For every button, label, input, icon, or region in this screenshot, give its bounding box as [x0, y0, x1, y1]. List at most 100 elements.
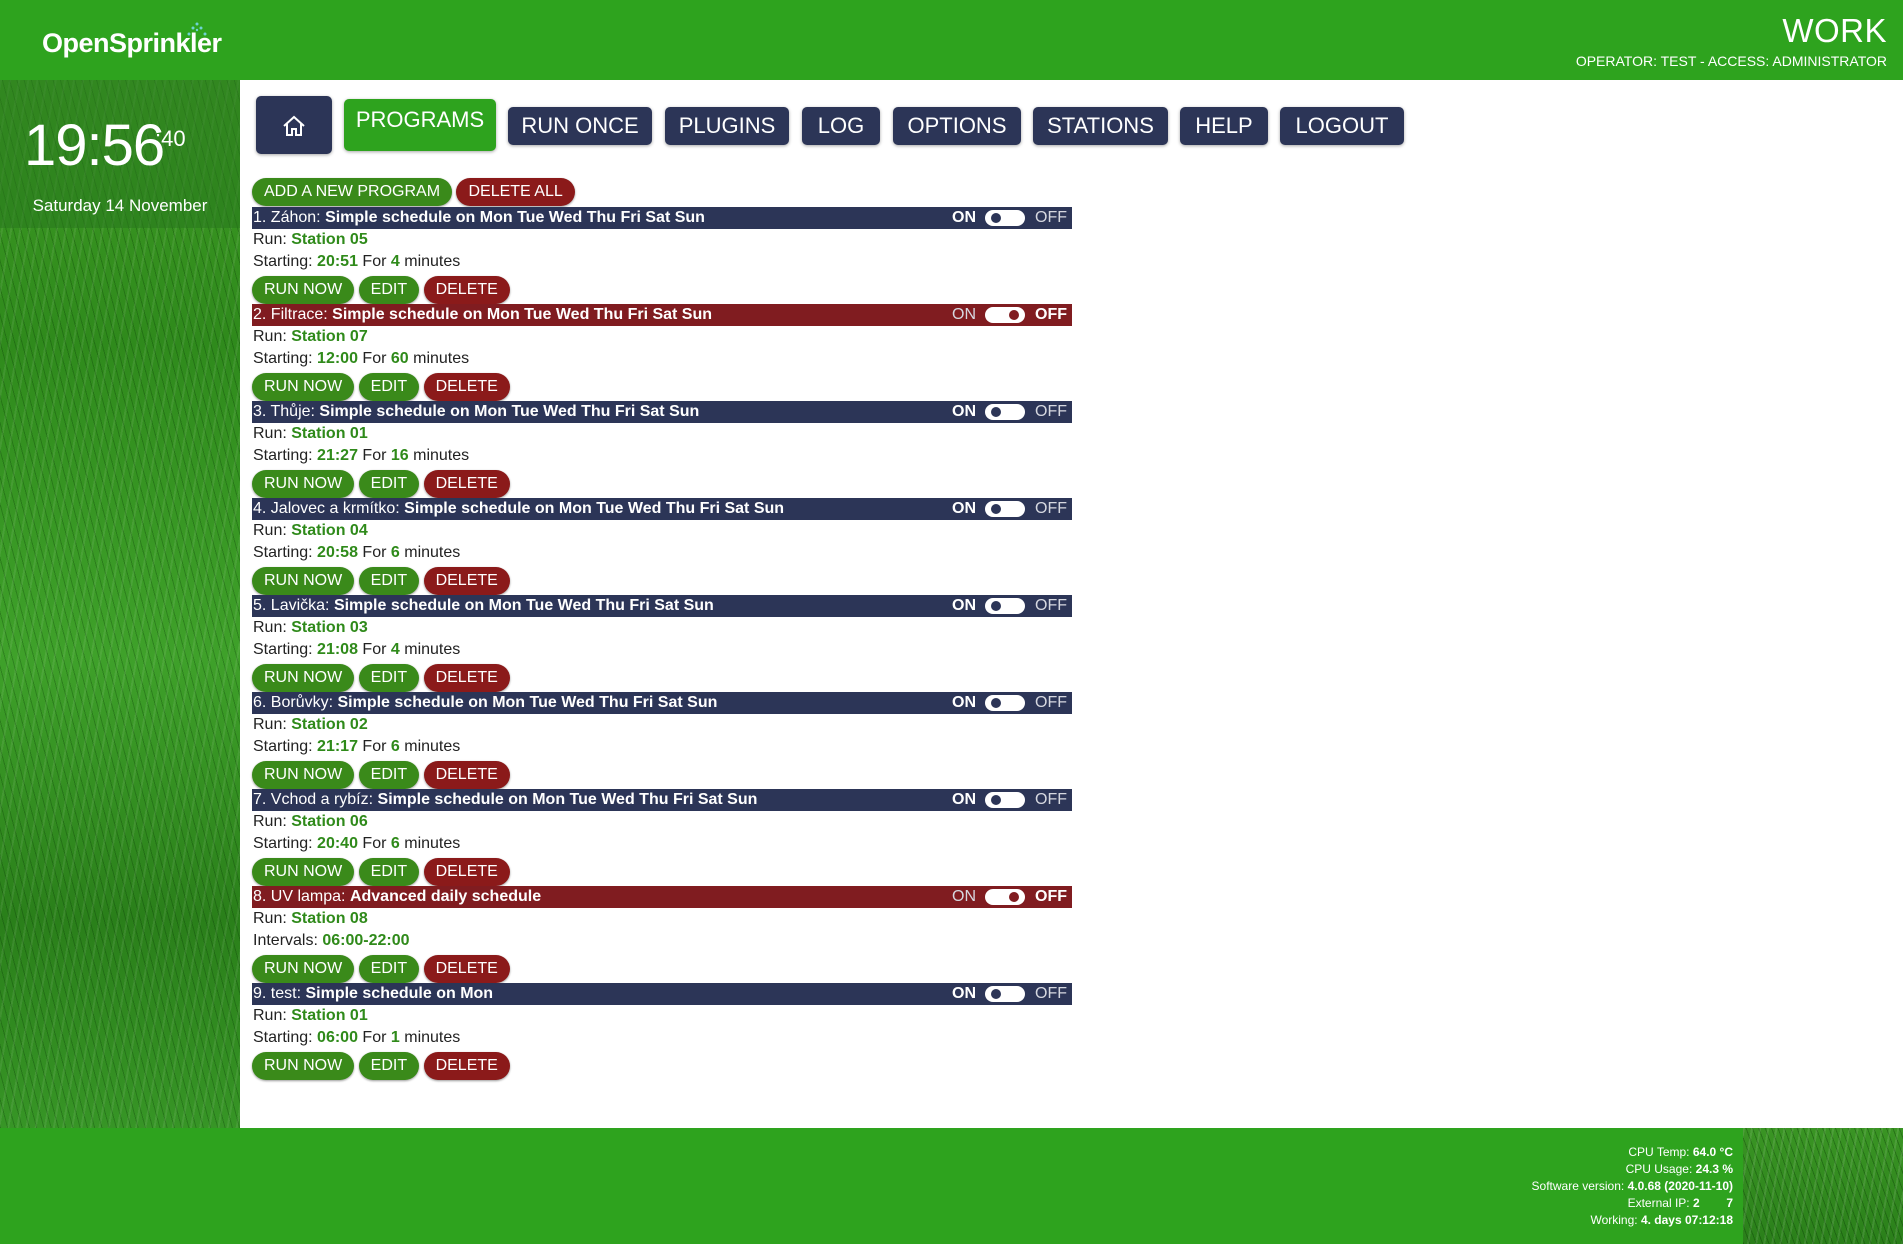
program-start-time: 20:51 — [317, 253, 358, 270]
program-schedule: Simple schedule on Mon — [305, 985, 494, 1002]
nav-plugins-button[interactable]: PLUGINS — [665, 107, 789, 145]
nav-stations-button[interactable]: STATIONS — [1033, 107, 1168, 145]
external-ip-value: 2 7 — [1692, 1196, 1733, 1210]
run-now-button[interactable]: RUN NOW — [252, 373, 355, 401]
edit-button[interactable]: EDIT — [358, 761, 420, 789]
edit-button[interactable]: EDIT — [358, 1052, 420, 1080]
toggle-on-label[interactable]: ON — [952, 401, 976, 423]
edit-button[interactable]: EDIT — [358, 955, 420, 983]
toggle-on-label[interactable]: ON — [952, 789, 976, 811]
program-run-line: Run: Station 07 — [253, 328, 368, 345]
delete-button[interactable]: DELETE — [423, 276, 510, 304]
program-enable-switch[interactable] — [985, 986, 1025, 1002]
program-start-line: Starting: 21:08 For 4 minutes — [253, 641, 461, 658]
program-enable-switch[interactable] — [985, 210, 1025, 226]
program-header: 1. Záhon: Simple schedule on Mon Tue Wed… — [252, 207, 1072, 229]
toggle-on-label[interactable]: ON — [952, 983, 976, 1005]
program-start-line: Starting: 06:00 For 1 minutes — [253, 1029, 461, 1046]
edit-button[interactable]: EDIT — [358, 567, 420, 595]
toggle-on-label[interactable]: ON — [952, 207, 976, 229]
add-new-program-button[interactable]: ADD A NEW PROGRAM — [252, 178, 453, 206]
nav-home-button[interactable] — [256, 96, 332, 154]
cpu-usage-line: CPU Usage: 24.3 % — [1625, 1162, 1733, 1176]
run-now-button[interactable]: RUN NOW — [252, 955, 355, 983]
run-now-button[interactable]: RUN NOW — [252, 858, 355, 886]
program-header: 8. UV lampa: Advanced daily schedule ON OF… — [252, 886, 1072, 908]
toggle-off-label[interactable]: OFF — [1035, 789, 1067, 811]
program-button-row: RUN NOW EDIT DELETE — [252, 858, 1072, 886]
toggle-on-label[interactable]: ON — [952, 595, 976, 617]
program-item: 8. UV lampa: Advanced daily schedule ON OF… — [252, 886, 1072, 983]
edit-button[interactable]: EDIT — [358, 664, 420, 692]
delete-button[interactable]: DELETE — [423, 664, 510, 692]
program-run-line: Run: Station 06 — [253, 813, 368, 830]
software-version-value: 4.0.68 (2020-11-10) — [1627, 1179, 1733, 1193]
program-start-time: 20:40 — [317, 835, 358, 852]
nav-logout-button[interactable]: LOGOUT — [1280, 107, 1404, 145]
run-now-button[interactable]: RUN NOW — [252, 470, 355, 498]
switch-knob — [991, 407, 1001, 417]
toggle-on-label[interactable]: ON — [952, 886, 976, 908]
edit-button[interactable]: EDIT — [358, 373, 420, 401]
toggle-on-label[interactable]: ON — [952, 498, 976, 520]
program-station: Station 05 — [291, 231, 368, 248]
nav-log-button[interactable]: LOG — [802, 107, 880, 145]
program-enable-switch[interactable] — [985, 792, 1025, 808]
toggle-off-label[interactable]: OFF — [1035, 595, 1067, 617]
run-now-button[interactable]: RUN NOW — [252, 276, 355, 304]
program-enable-switch[interactable] — [985, 695, 1025, 711]
sidebar-grass-panel: 19:56 :40 Saturday 14 November — [0, 80, 240, 1128]
delete-button[interactable]: DELETE — [423, 373, 510, 401]
toggle-off-label[interactable]: OFF — [1035, 304, 1067, 326]
program-enable-switch[interactable] — [985, 307, 1025, 323]
program-enable-switch[interactable] — [985, 889, 1025, 905]
program-header: 6. Borůvky: Simple schedule on Mon Tue W… — [252, 692, 1072, 714]
program-schedule: Simple schedule on Mon Tue Wed Thu Fri S… — [337, 694, 718, 711]
program-start-time: 12:00 — [317, 350, 358, 367]
delete-button[interactable]: DELETE — [423, 470, 510, 498]
nav-help-button[interactable]: HELP — [1180, 107, 1268, 145]
program-run-line: Run: Station 02 — [253, 716, 368, 733]
toggle-off-label[interactable]: OFF — [1035, 401, 1067, 423]
program-run-line: Run: Station 05 — [253, 231, 368, 248]
opensprinkler-logo[interactable]: OpenSprinkler — [42, 22, 222, 59]
delete-button[interactable]: DELETE — [423, 1052, 510, 1080]
toggle-off-label[interactable]: OFF — [1035, 886, 1067, 908]
nav-options-button[interactable]: OPTIONS — [893, 107, 1021, 145]
program-duration: 4 — [390, 253, 400, 270]
program-schedule: Simple schedule on Mon Tue Wed Thu Fri S… — [333, 597, 714, 614]
run-now-button[interactable]: RUN NOW — [252, 1052, 355, 1080]
run-now-button[interactable]: RUN NOW — [252, 664, 355, 692]
toggle-off-label[interactable]: OFF — [1035, 692, 1067, 714]
site-name: WORK — [1782, 12, 1887, 49]
toggle-off-label[interactable]: OFF — [1035, 983, 1067, 1005]
program-button-row: RUN NOW EDIT DELETE — [252, 567, 1072, 595]
program-station: Station 01 — [291, 1007, 368, 1024]
program-enable-switch[interactable] — [985, 501, 1025, 517]
toggle-off-label[interactable]: OFF — [1035, 498, 1067, 520]
delete-button[interactable]: DELETE — [423, 567, 510, 595]
program-name: 8. UV lampa: — [253, 888, 346, 905]
program-enable-switch[interactable] — [985, 598, 1025, 614]
nav-programs-button[interactable]: PROGRAMS — [344, 99, 496, 151]
toggle-on-label[interactable]: ON — [952, 304, 976, 326]
nav-run-once-button[interactable]: RUN ONCE — [508, 107, 652, 145]
toggle-off-label[interactable]: OFF — [1035, 207, 1067, 229]
run-now-button[interactable]: RUN NOW — [252, 761, 355, 789]
edit-button[interactable]: EDIT — [358, 470, 420, 498]
toggle-on-label[interactable]: ON — [952, 692, 976, 714]
clock-date: Saturday 14 November — [32, 196, 208, 215]
program-station: Station 03 — [291, 619, 368, 636]
program-run-line: Run: Station 03 — [253, 619, 368, 636]
run-now-button[interactable]: RUN NOW — [252, 567, 355, 595]
program-intervals-line: Intervals: 06:00-22:00 — [253, 932, 410, 949]
delete-all-button[interactable]: DELETE ALL — [456, 178, 575, 206]
delete-button[interactable]: DELETE — [423, 761, 510, 789]
program-button-row: RUN NOW EDIT DELETE — [252, 761, 1072, 789]
program-header: 9. test: Simple schedule on Mon ON OFF — [252, 983, 1072, 1005]
delete-button[interactable]: DELETE — [423, 858, 510, 886]
edit-button[interactable]: EDIT — [358, 276, 420, 304]
edit-button[interactable]: EDIT — [358, 858, 420, 886]
delete-button[interactable]: DELETE — [423, 955, 510, 983]
program-enable-switch[interactable] — [985, 404, 1025, 420]
